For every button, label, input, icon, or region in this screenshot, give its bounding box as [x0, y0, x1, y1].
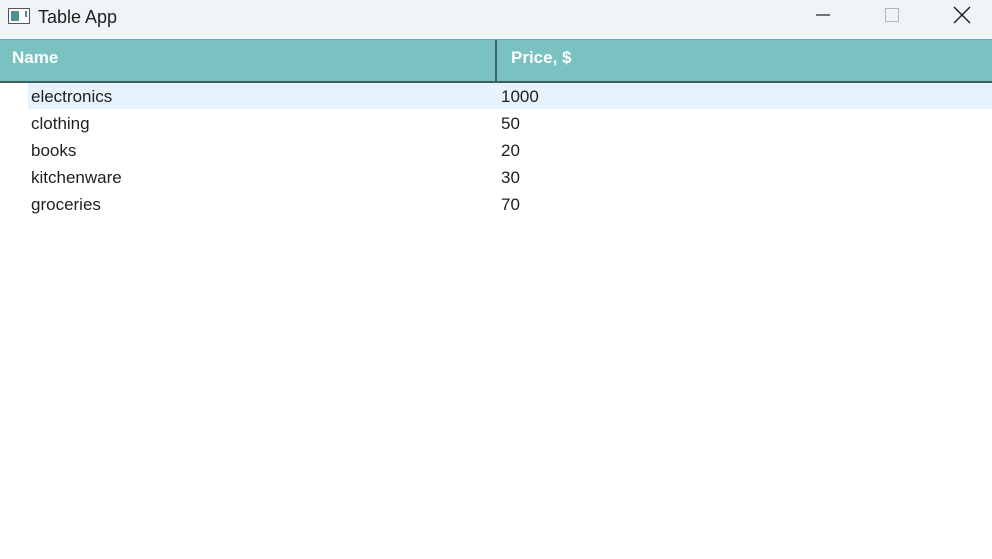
cell-name: groceries: [31, 195, 101, 214]
cell-name: electronics: [31, 87, 113, 106]
table-row[interactable]: books 20: [0, 137, 992, 164]
app-icon: [8, 8, 30, 24]
close-icon: [953, 6, 971, 29]
column-header-name[interactable]: Name: [0, 40, 497, 81]
table-row[interactable]: kitchenware 30: [0, 164, 992, 191]
app-window: Table App Name Price, $ electronics 1000…: [0, 0, 992, 559]
cell-price: 20: [501, 141, 520, 160]
table-row[interactable]: electronics 1000: [0, 83, 992, 110]
column-header-price[interactable]: Price, $: [497, 40, 992, 81]
window-title: Table App: [38, 7, 118, 27]
table-body: electronics 1000 clothing 50 books 20 ki…: [0, 83, 992, 218]
table-header: Name Price, $: [0, 39, 992, 83]
cell-price: 50: [501, 114, 520, 133]
cell-name: kitchenware: [31, 168, 122, 187]
table-row[interactable]: clothing 50: [0, 110, 992, 137]
title-bar[interactable]: Table App: [0, 0, 992, 39]
cell-price: 1000: [501, 87, 539, 106]
table-row[interactable]: groceries 70: [0, 191, 992, 218]
cell-name: clothing: [31, 114, 90, 133]
maximize-button[interactable]: [869, 0, 915, 34]
minimize-icon: [815, 7, 831, 28]
maximize-icon: [884, 7, 900, 28]
cell-price: 70: [501, 195, 520, 214]
cell-name: books: [31, 141, 77, 160]
close-button[interactable]: [939, 0, 985, 34]
cell-price: 30: [501, 168, 520, 187]
minimize-button[interactable]: [800, 0, 846, 34]
